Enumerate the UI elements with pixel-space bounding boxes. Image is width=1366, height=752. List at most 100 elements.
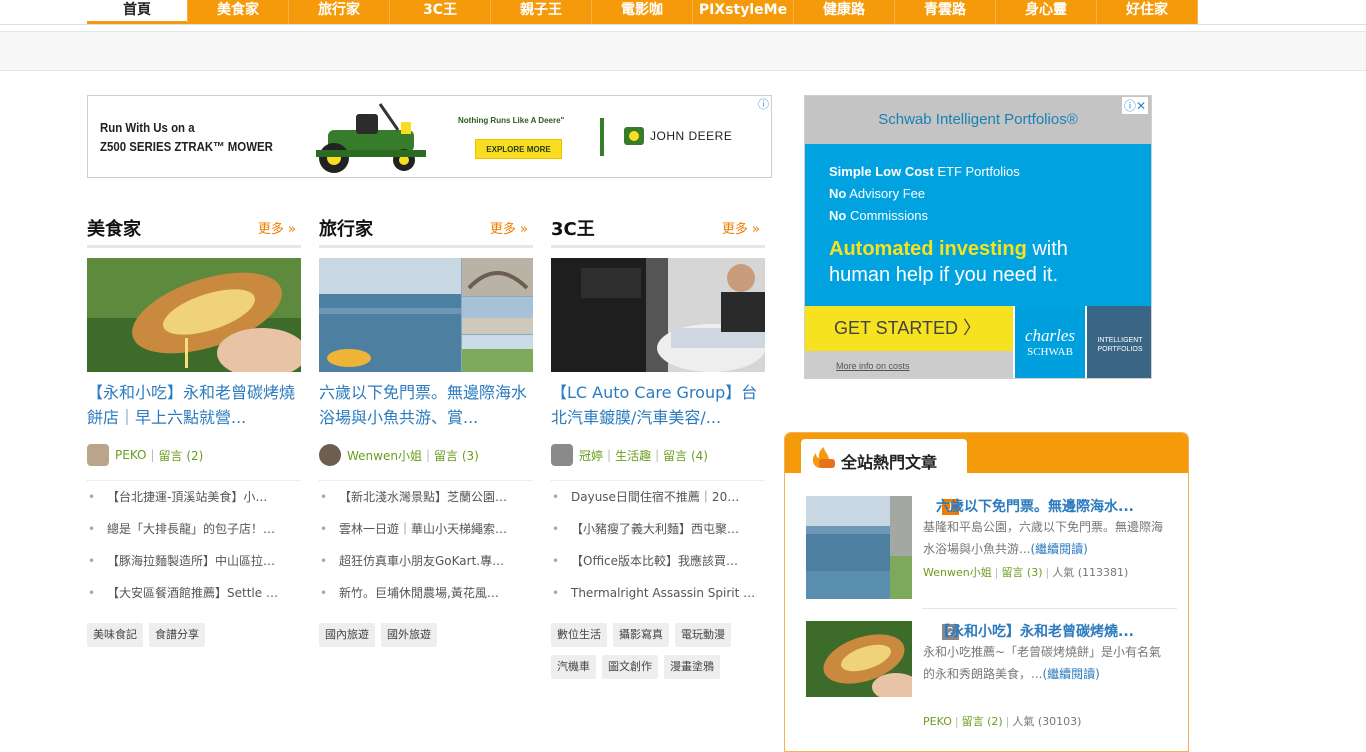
list-item[interactable]: Dayuse日間住宿不推薦｜20… <box>551 481 765 513</box>
nav-item-health[interactable]: 健康路 <box>794 0 895 24</box>
avatar[interactable] <box>551 444 573 466</box>
nav-item-movie[interactable]: 電影咖 <box>592 0 693 24</box>
separator: | <box>655 448 660 462</box>
comment-count[interactable]: 留言 (2) <box>962 715 1003 728</box>
nav-item-career[interactable]: 青雲路 <box>895 0 996 24</box>
article-list: Dayuse日間住宿不推薦｜20… 【小豬瘦了義大利麵】西屯聚… 【Office… <box>551 480 765 609</box>
tag-list: 數位生活 攝影寫真 電玩動漫汽機車 圖文創作 漫畫塗鴉 <box>551 623 765 687</box>
article-thumbnail[interactable] <box>806 621 912 697</box>
article-thumbnail[interactable] <box>87 258 301 372</box>
nav-item-travel[interactable]: 旅行家 <box>289 0 390 24</box>
comment-count[interactable]: 留言 (3) <box>1001 566 1042 579</box>
ad-big-line: Automated investing with <box>829 238 1068 261</box>
author-line: Wenwen小姐 | 留言 (3) <box>319 444 479 466</box>
nav-item-food[interactable]: 美食家 <box>188 0 289 24</box>
column-title: 3C王 <box>551 219 595 240</box>
ad-line-text: Commissions <box>846 208 928 223</box>
article-headline[interactable]: 【永和小吃】永和老曾碳烤燒餅店｜早上六點就營... <box>87 380 301 432</box>
tag[interactable]: 國內旅遊 <box>319 623 375 647</box>
tag[interactable]: 食譜分享 <box>149 623 205 647</box>
list-item[interactable]: 超狂仿真車小朋友GoKart.專… <box>319 545 533 577</box>
article-list: 【台北捷運-頂溪站美食】小… 總是「大排長龍」的包子店！… 【豚海拉麵製造所】中… <box>87 480 301 609</box>
tag[interactable]: 電玩動漫 <box>675 623 731 647</box>
nav-item-mind[interactable]: 身心靈 <box>996 0 1097 24</box>
read-more-link[interactable]: (繼續閱讀) <box>1030 542 1087 556</box>
view-count: 人氣 (30103) <box>1012 715 1082 728</box>
more-link[interactable]: 更多 » <box>722 218 760 237</box>
comment-count[interactable]: 留言 (4) <box>663 447 708 464</box>
tag[interactable]: 汽機車 <box>551 655 596 679</box>
author-name[interactable]: Wenwen小姐 <box>347 447 422 464</box>
separator: | <box>1005 715 1010 728</box>
comment-count[interactable]: 留言 (3) <box>434 447 479 464</box>
ad-body: Simple Low Cost ETF Portfolios No Adviso… <box>805 144 1151 306</box>
ad-line-bold: No <box>829 186 847 201</box>
list-item[interactable]: 雲林一日遊｜華山小天梯繩索… <box>319 513 533 545</box>
author-name[interactable]: PEKO <box>115 448 146 462</box>
view-count: 人氣 (113381) <box>1052 566 1129 579</box>
avatar[interactable] <box>87 444 109 466</box>
article-headline[interactable]: 六歲以下免門票。無邊際海水浴場與小魚共游、賞... <box>319 380 533 432</box>
more-link[interactable]: 更多 » <box>490 218 528 237</box>
ad-line: No Advisory Fee <box>829 186 925 201</box>
list-item[interactable]: 【小豬瘦了義大利麵】西屯聚… <box>551 513 765 545</box>
nav-item-home[interactable]: 首頁 <box>87 0 188 24</box>
read-more-link[interactable]: (繼續閱讀) <box>1042 667 1099 681</box>
category-link[interactable]: 生活趣 <box>615 447 651 464</box>
ad-big-line-2: human help if you need it. <box>829 264 1059 286</box>
list-item[interactable]: 【台北捷運-頂溪站美食】小… <box>87 481 301 513</box>
intelligent-portfolios-logo: INTELLIGENT PORTFOLIOS <box>1087 306 1151 378</box>
comment-count[interactable]: 留言 (2) <box>159 447 204 464</box>
list-item[interactable]: Thermalright Assassin Spirit … <box>551 577 765 609</box>
author-name[interactable]: Wenwen小姐 <box>923 566 992 579</box>
tag[interactable]: 美味食記 <box>87 623 143 647</box>
ad-close-icon[interactable]: ⓘ✕ <box>1121 97 1148 114</box>
schwab-ad[interactable]: Schwab Intelligent Portfolios® ⓘ✕ Simple… <box>804 95 1152 379</box>
list-item[interactable]: 新竹。巨埔休閒農場,黃花風… <box>319 577 533 609</box>
list-item[interactable]: 總是「大排長龍」的包子店！… <box>87 513 301 545</box>
ad-divider <box>600 118 604 156</box>
ad-line-bold: Simple Low Cost <box>829 164 934 179</box>
author-name[interactable]: PEKO <box>923 715 952 728</box>
ad-line: Simple Low Cost ETF Portfolios <box>829 164 1020 179</box>
explore-more-button[interactable]: EXPLORE MORE <box>475 139 562 159</box>
nav-item-3c[interactable]: 3C王 <box>390 0 491 24</box>
author-name[interactable]: 冠婷 <box>579 447 603 464</box>
ad-line: No Commissions <box>829 208 928 223</box>
list-item[interactable]: 【Office版本比較】我應該買… <box>551 545 765 577</box>
more-link[interactable]: 更多 » <box>258 218 296 237</box>
nav-item-home-living[interactable]: 好住家 <box>1097 0 1198 24</box>
tag[interactable]: 國外旅遊 <box>381 623 437 647</box>
article-headline[interactable]: 【LC Auto Care Group】台北汽車鍍膜/汽車美容/... <box>551 380 765 432</box>
article-thumbnail[interactable] <box>551 258 765 372</box>
get-started-button[interactable]: GET STARTED 〉 <box>805 306 1013 351</box>
ad-tagline: Nothing Runs Like A Deere" <box>458 116 565 125</box>
sub-bar <box>0 31 1366 71</box>
hot-article-title[interactable]: 六歲以下免門票。無邊際海水... <box>936 496 1146 516</box>
column-header: 旅行家 更多 » <box>319 210 533 248</box>
tag[interactable]: 攝影寫真 <box>613 623 669 647</box>
ad-big-bold: Automated investing <box>829 238 1027 260</box>
list-item[interactable]: 【新北淺水灣景點】芝蘭公園… <box>319 481 533 513</box>
nav-item-pixstyleme[interactable]: PIXstyleMe <box>693 0 794 24</box>
hot-article-meta: PEKO | 留言 (2) | 人氣 (30103) <box>923 713 1081 729</box>
list-item[interactable]: 【豚海拉麵製造所】中山區拉… <box>87 545 301 577</box>
tag[interactable]: 漫畫塗鴉 <box>664 655 720 679</box>
article-thumbnail[interactable] <box>806 496 912 599</box>
more-info-link[interactable]: More info on costs <box>805 351 1013 378</box>
list-item[interactable]: 【大安區餐酒館推薦】Settle … <box>87 577 301 609</box>
info-icon[interactable]: ⓘ <box>758 96 769 112</box>
column-header: 美食家 更多 » <box>87 210 301 248</box>
article-thumbnail[interactable] <box>319 258 533 372</box>
tag[interactable]: 數位生活 <box>551 623 607 647</box>
ip-line: PORTFOLIOS <box>1097 346 1143 353</box>
tag[interactable]: 圖文創作 <box>602 655 658 679</box>
avatar[interactable] <box>319 444 341 466</box>
widget-title: 全站熱門文章 <box>841 453 938 472</box>
nav-item-parenting[interactable]: 親子王 <box>491 0 592 24</box>
hot-article-title[interactable]: 【永和小吃】永和老曾碳烤燒... <box>936 621 1146 641</box>
top-banner-ad[interactable]: Run With Us on a Z500 SERIES ZTRAK™ MOWE… <box>87 95 772 178</box>
hot-article-meta: Wenwen小姐 | 留言 (3) | 人氣 (113381) <box>923 564 1128 580</box>
fire-icon <box>812 447 835 468</box>
divider <box>922 608 1177 609</box>
